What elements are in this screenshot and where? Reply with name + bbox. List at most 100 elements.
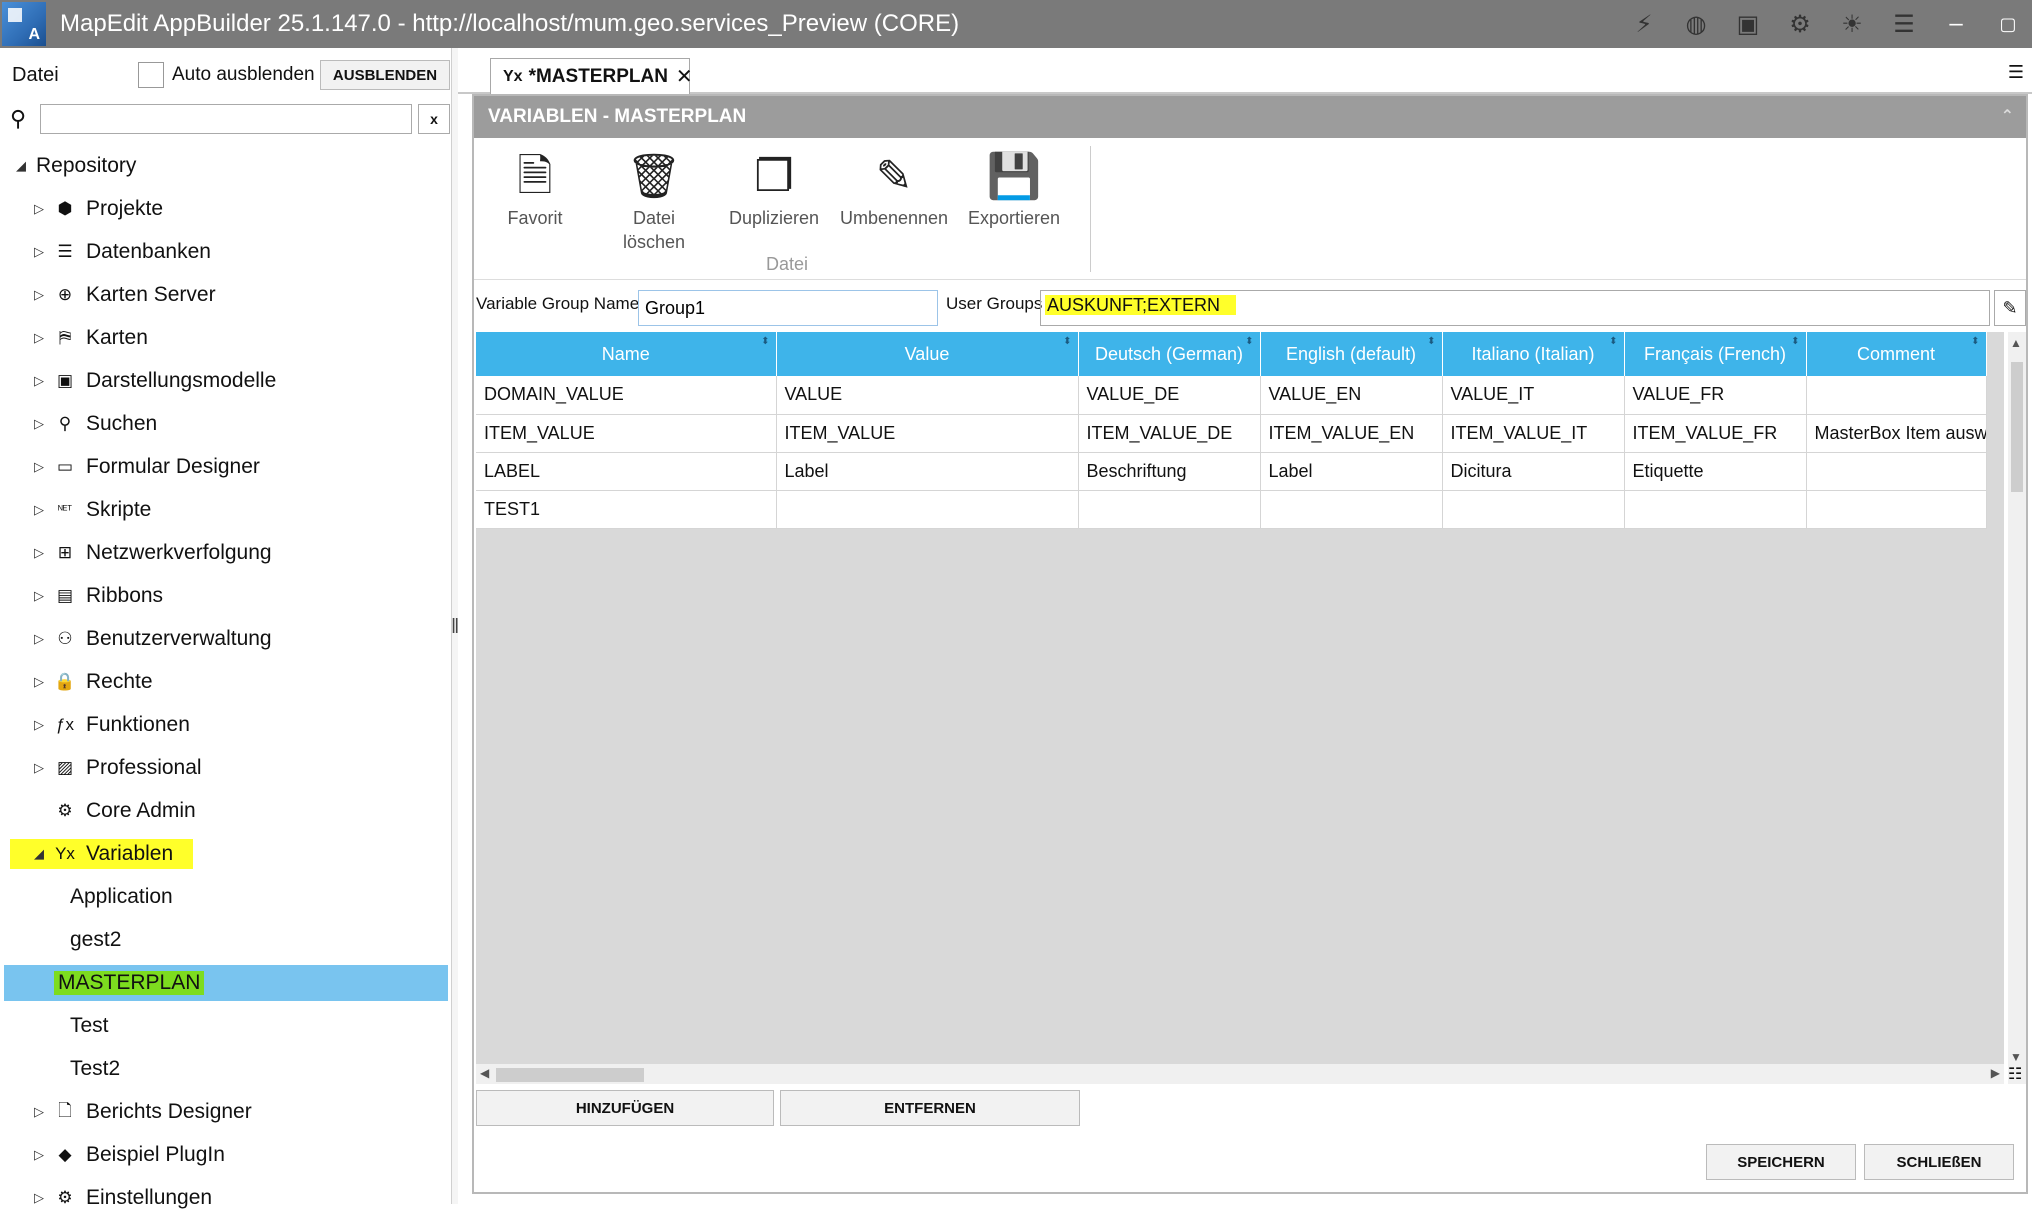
- table-cell[interactable]: TEST1: [476, 490, 777, 529]
- tree-item-funktionen[interactable]: ▷ ƒx Funktionen: [30, 705, 190, 745]
- tree-item-professional[interactable]: ▷ ▨ Professional: [30, 748, 202, 788]
- collapsed-arrow-icon[interactable]: ▷: [30, 1104, 48, 1120]
- sort-icon[interactable]: ⬍: [1427, 336, 1435, 347]
- column-header[interactable]: Deutsch (German) ⬍: [1078, 332, 1261, 376]
- collapsed-arrow-icon[interactable]: ▷: [30, 760, 48, 776]
- hide-button[interactable]: AUSBLENDEN: [320, 60, 450, 90]
- collapsed-arrow-icon[interactable]: ▷: [30, 416, 48, 432]
- table-cell[interactable]: Dicitura: [1442, 452, 1625, 491]
- table-row[interactable]: DOMAIN_VALUE VALUE VALUE_DE VALUE_EN VALUE_I…: [476, 376, 1987, 415]
- tree-item-benutzerverwaltung[interactable]: ▷ ⚇ Benutzerverwaltung: [30, 619, 272, 659]
- table-cell[interactable]: LABEL: [476, 452, 777, 491]
- table-cell[interactable]: VALUE_DE: [1078, 376, 1261, 415]
- collapsed-arrow-icon[interactable]: ▷: [30, 201, 48, 217]
- column-header[interactable]: Italiano (Italian) ⬍: [1442, 332, 1625, 376]
- vertical-scrollbar[interactable]: ▲ ▼: [2008, 332, 2026, 1084]
- table-cell[interactable]: ITEM_VALUE_DE: [1078, 414, 1261, 453]
- tree-item-beispiel-plugin[interactable]: ▷ ◆ Beispiel PlugIn: [30, 1135, 225, 1175]
- collapsed-arrow-icon[interactable]: ▷: [30, 330, 48, 346]
- column-header[interactable]: Français (French) ⬍: [1624, 332, 1807, 376]
- tree-item-ribbons[interactable]: ▷ ▤ Ribbons: [30, 576, 163, 616]
- tree-item-datenbanken[interactable]: ▷ ☰ Datenbanken: [30, 232, 211, 272]
- user-groups-input[interactable]: AUSKUNFT;EXTERN: [1040, 290, 1990, 326]
- sort-icon[interactable]: ⬍: [1791, 336, 1799, 347]
- sort-icon[interactable]: ⬍: [761, 336, 769, 347]
- table-cell[interactable]: [1260, 490, 1443, 529]
- table-cell[interactable]: VALUE_FR: [1624, 376, 1807, 415]
- horizontal-scroll-thumb[interactable]: [496, 1068, 644, 1082]
- tree-item-gest2[interactable]: gest2: [70, 920, 121, 960]
- column-header[interactable]: Name ⬍: [476, 332, 777, 376]
- scroll-left-icon[interactable]: ◀: [480, 1066, 489, 1080]
- table-cell[interactable]: Label: [1260, 452, 1443, 491]
- column-header[interactable]: Value ⬍: [776, 332, 1079, 376]
- tree-item-masterplan[interactable]: MASTERPLAN: [4, 965, 448, 1001]
- grid-column-menu-icon[interactable]: ☷: [2008, 1064, 2022, 1084]
- tree-item-netzwerkverfolgung[interactable]: ▷ ⊞ Netzwerkverfolgung: [30, 533, 272, 573]
- table-cell[interactable]: VALUE: [776, 376, 1079, 415]
- expanded-arrow-icon[interactable]: ◢: [12, 158, 30, 174]
- table-cell[interactable]: DOMAIN_VALUE: [476, 376, 777, 415]
- auto-hide-checkbox[interactable]: [138, 62, 164, 88]
- duplicate-button[interactable]: ❐ Duplizieren: [714, 148, 834, 230]
- table-cell[interactable]: ITEM_VALUE: [776, 414, 1079, 453]
- column-header[interactable]: English (default) ⬍: [1260, 332, 1443, 376]
- datei-menu[interactable]: Datei: [12, 64, 59, 87]
- favorit-button[interactable]: 🗎 Favorit: [475, 148, 595, 230]
- bulb-icon[interactable]: ☀: [1840, 10, 1864, 39]
- tree-item-core-admin[interactable]: ⚙ Core Admin: [30, 791, 195, 831]
- collapsed-arrow-icon[interactable]: ▷: [30, 717, 48, 733]
- collapsed-arrow-icon[interactable]: ▷: [30, 674, 48, 690]
- tab-masterplan[interactable]: Yx *MASTERPLAN ✕: [490, 58, 693, 94]
- minimize-icon[interactable]: ‒: [1944, 10, 1968, 38]
- table-cell[interactable]: MasterBox Item ausw: [1806, 414, 1987, 453]
- close-icon[interactable]: ✕: [676, 64, 693, 89]
- table-cell[interactable]: ITEM_VALUE_FR: [1624, 414, 1807, 453]
- table-cell[interactable]: ITEM_VALUE_IT: [1442, 414, 1625, 453]
- horizontal-scrollbar[interactable]: ◀ ▶: [476, 1064, 2004, 1084]
- tree-item-rechte[interactable]: ▷ 🔒 Rechte: [30, 662, 153, 702]
- collapsed-arrow-icon[interactable]: ▷: [30, 502, 48, 518]
- remove-button[interactable]: ENTFERNEN: [780, 1090, 1080, 1126]
- delete-file-button[interactable]: 🗑 Datei löschen: [594, 148, 714, 254]
- maximize-icon[interactable]: ▢: [1996, 14, 2020, 35]
- table-cell[interactable]: Label: [776, 452, 1079, 491]
- save-icon[interactable]: ▣: [1736, 10, 1760, 39]
- tab-menu-icon[interactable]: ☰: [2008, 62, 2024, 83]
- table-cell[interactable]: ITEM_VALUE_EN: [1260, 414, 1443, 453]
- table-cell[interactable]: [1806, 376, 1987, 415]
- table-cell[interactable]: [1806, 452, 1987, 491]
- collapsed-arrow-icon[interactable]: ▷: [30, 373, 48, 389]
- close-button[interactable]: SCHLIEßEN: [1864, 1144, 2014, 1180]
- tree-item-test[interactable]: Test: [70, 1006, 109, 1046]
- table-cell[interactable]: Beschriftung: [1078, 452, 1261, 491]
- gear-icon[interactable]: ⚙: [1788, 10, 1812, 39]
- edit-user-groups-button[interactable]: ✎: [1994, 290, 2026, 326]
- scroll-down-icon[interactable]: ▼: [2010, 1050, 2022, 1064]
- tree-item-karten-server[interactable]: ▷ ⊕ Karten Server: [30, 275, 216, 315]
- globe-icon[interactable]: ◍: [1684, 10, 1708, 39]
- collapsed-arrow-icon[interactable]: ▷: [30, 1147, 48, 1163]
- splitter-grip-icon[interactable]: ‖: [451, 616, 459, 639]
- expanded-arrow-icon[interactable]: ◢: [30, 846, 48, 862]
- table-cell[interactable]: Etiquette: [1624, 452, 1807, 491]
- sort-icon[interactable]: ⬍: [1971, 336, 1979, 347]
- table-cell[interactable]: [1078, 490, 1261, 529]
- column-header[interactable]: Comment ⬍: [1806, 332, 1987, 376]
- sort-icon[interactable]: ⬍: [1245, 336, 1253, 347]
- export-button[interactable]: 💾 Exportieren: [954, 148, 1074, 230]
- table-cell[interactable]: [1442, 490, 1625, 529]
- tree-item-application[interactable]: Application: [70, 877, 173, 917]
- lightning-icon[interactable]: ⚡: [1632, 10, 1656, 39]
- table-cell[interactable]: ITEM_VALUE: [476, 414, 777, 453]
- rename-button[interactable]: ✎ Umbenennen: [834, 148, 954, 230]
- scroll-right-icon[interactable]: ▶: [1991, 1066, 2000, 1080]
- collapsed-arrow-icon[interactable]: ▷: [30, 631, 48, 647]
- search-clear-button[interactable]: x: [418, 104, 450, 134]
- tree-item-repository[interactable]: ◢ Repository: [12, 146, 136, 186]
- sort-icon[interactable]: ⬍: [1609, 336, 1617, 347]
- collapse-icon[interactable]: ⌃: [2001, 106, 2014, 126]
- table-row[interactable]: TEST1: [476, 490, 1987, 529]
- table-row[interactable]: ITEM_VALUE ITEM_VALUE ITEM_VALUE_DE ITEM_VA…: [476, 414, 1987, 453]
- table-cell[interactable]: [776, 490, 1079, 529]
